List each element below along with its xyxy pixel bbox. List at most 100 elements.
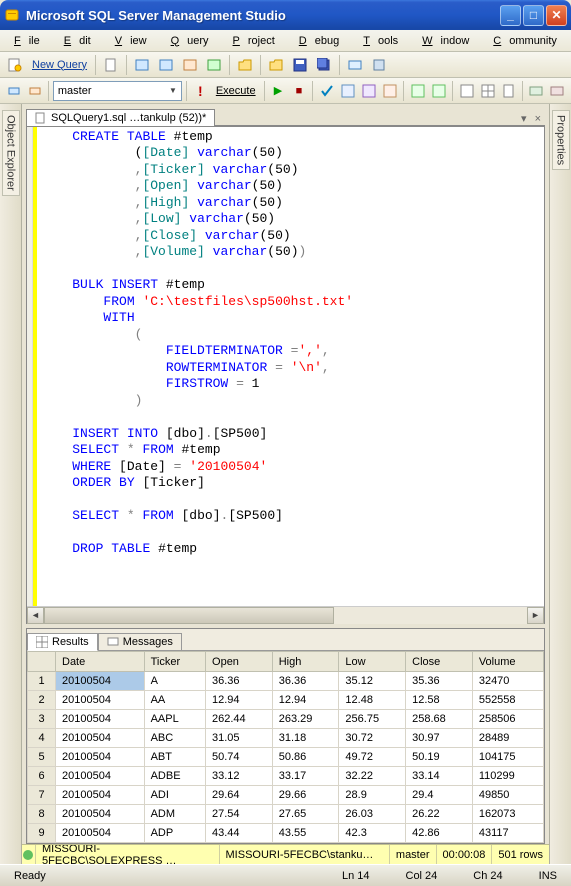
cell[interactable]: 26.22 bbox=[406, 805, 473, 824]
results-grid[interactable]: DateTickerOpenHighLowCloseVolume12010050… bbox=[27, 651, 544, 843]
results-tab[interactable]: Results bbox=[27, 633, 98, 651]
results-to-text-icon[interactable] bbox=[457, 80, 476, 102]
table-row[interactable]: 120100504A36.3636.3635.1235.3632470 bbox=[28, 672, 544, 691]
cell[interactable]: 8 bbox=[28, 805, 56, 824]
cell[interactable]: 104175 bbox=[472, 748, 543, 767]
cell[interactable]: 20100504 bbox=[56, 786, 145, 805]
cell[interactable]: 9 bbox=[28, 824, 56, 843]
cell[interactable]: 263.29 bbox=[272, 710, 339, 729]
column-header[interactable] bbox=[28, 652, 56, 672]
code-area[interactable]: CREATE TABLE #temp ([Date] varchar(50) ,… bbox=[37, 127, 544, 606]
cell[interactable]: 29.4 bbox=[406, 786, 473, 805]
cell[interactable]: ADP bbox=[144, 824, 205, 843]
column-header[interactable]: Date bbox=[56, 652, 145, 672]
menu-edit[interactable]: Edit bbox=[56, 33, 107, 49]
uncomment-icon[interactable] bbox=[548, 80, 567, 102]
cell[interactable]: 20100504 bbox=[56, 729, 145, 748]
tab-dropdown-icon[interactable]: ▾ bbox=[517, 112, 531, 126]
column-header[interactable]: Close bbox=[406, 652, 473, 672]
cell[interactable]: 42.86 bbox=[406, 824, 473, 843]
cell[interactable]: 162073 bbox=[472, 805, 543, 824]
new-query-button[interactable]: New Query bbox=[28, 59, 91, 71]
cell[interactable]: A bbox=[144, 672, 205, 691]
column-header[interactable]: Volume bbox=[472, 652, 543, 672]
stop-icon[interactable]: ■ bbox=[289, 80, 308, 102]
query-options-icon[interactable] bbox=[359, 80, 378, 102]
table-row[interactable]: 720100504ADI29.6429.6628.929.449850 bbox=[28, 786, 544, 805]
activity-monitor-icon[interactable] bbox=[344, 54, 366, 76]
cell[interactable]: 43117 bbox=[472, 824, 543, 843]
cell[interactable]: 26.03 bbox=[339, 805, 406, 824]
menu-query[interactable]: Query bbox=[163, 33, 225, 49]
cell[interactable]: AAPL bbox=[144, 710, 205, 729]
cell[interactable]: 262.44 bbox=[206, 710, 273, 729]
cell[interactable]: 36.36 bbox=[272, 672, 339, 691]
connect-icon[interactable] bbox=[4, 80, 23, 102]
cell[interactable]: ABT bbox=[144, 748, 205, 767]
analysis-query-icon[interactable] bbox=[155, 54, 177, 76]
column-header[interactable]: Low bbox=[339, 652, 406, 672]
results-to-grid-icon[interactable] bbox=[478, 80, 497, 102]
cell[interactable]: 27.65 bbox=[272, 805, 339, 824]
cell[interactable]: 12.48 bbox=[339, 691, 406, 710]
horizontal-scrollbar[interactable]: ◄ ► bbox=[27, 606, 544, 623]
tab-close-icon[interactable]: × bbox=[531, 113, 545, 126]
close-button[interactable]: ✕ bbox=[546, 5, 567, 26]
cell[interactable]: 31.05 bbox=[206, 729, 273, 748]
cell[interactable]: 32470 bbox=[472, 672, 543, 691]
cell[interactable]: 110299 bbox=[472, 767, 543, 786]
table-row[interactable]: 320100504AAPL262.44263.29256.75258.68258… bbox=[28, 710, 544, 729]
save-all-icon[interactable] bbox=[313, 54, 335, 76]
cell[interactable]: 33.14 bbox=[406, 767, 473, 786]
execute-bang-icon[interactable]: ! bbox=[191, 80, 210, 102]
menu-debug[interactable]: Debug bbox=[291, 33, 355, 49]
cell[interactable]: 20100504 bbox=[56, 767, 145, 786]
cell[interactable]: 258506 bbox=[472, 710, 543, 729]
cell[interactable]: 43.55 bbox=[272, 824, 339, 843]
cell[interactable]: 12.58 bbox=[406, 691, 473, 710]
column-header[interactable]: High bbox=[272, 652, 339, 672]
messages-tab[interactable]: Messages bbox=[98, 633, 182, 651]
cell[interactable]: 33.17 bbox=[272, 767, 339, 786]
cell[interactable]: 6 bbox=[28, 767, 56, 786]
cell[interactable]: 43.44 bbox=[206, 824, 273, 843]
registered-servers-icon[interactable] bbox=[368, 54, 390, 76]
cell[interactable]: ABC bbox=[144, 729, 205, 748]
table-row[interactable]: 420100504ABC31.0531.1830.7230.9728489 bbox=[28, 729, 544, 748]
cell[interactable]: 35.36 bbox=[406, 672, 473, 691]
cell[interactable]: 12.94 bbox=[272, 691, 339, 710]
estimated-plan-icon[interactable] bbox=[338, 80, 357, 102]
new-query-icon[interactable] bbox=[4, 54, 26, 76]
object-explorer-tab[interactable]: Object Explorer bbox=[0, 104, 22, 864]
cell[interactable]: 33.12 bbox=[206, 767, 273, 786]
cell[interactable]: 36.36 bbox=[206, 672, 273, 691]
cell[interactable]: 20100504 bbox=[56, 672, 145, 691]
table-row[interactable]: 520100504ABT50.7450.8649.7250.19104175 bbox=[28, 748, 544, 767]
sql-editor[interactable]: CREATE TABLE #temp ([Date] varchar(50) ,… bbox=[26, 126, 545, 624]
comment-icon[interactable] bbox=[527, 80, 546, 102]
cell[interactable]: 5 bbox=[28, 748, 56, 767]
document-tab-active[interactable]: SQLQuery1.sql …tankulp (52))* bbox=[26, 109, 215, 126]
results-to-file-icon[interactable] bbox=[499, 80, 518, 102]
parse-icon[interactable] bbox=[317, 80, 336, 102]
execute-button[interactable]: Execute bbox=[212, 85, 260, 97]
mdx-query-icon[interactable] bbox=[179, 54, 201, 76]
cell[interactable]: 20100504 bbox=[56, 805, 145, 824]
cell[interactable]: 42.3 bbox=[339, 824, 406, 843]
cell[interactable]: 552558 bbox=[472, 691, 543, 710]
cell[interactable]: 20100504 bbox=[56, 748, 145, 767]
minimize-button[interactable]: _ bbox=[500, 5, 521, 26]
include-plan-icon[interactable] bbox=[408, 80, 427, 102]
cell[interactable]: 30.97 bbox=[406, 729, 473, 748]
menu-project[interactable]: Project bbox=[225, 33, 291, 49]
column-header[interactable]: Ticker bbox=[144, 652, 205, 672]
cell[interactable]: 20100504 bbox=[56, 691, 145, 710]
properties-tab[interactable]: Properties bbox=[549, 104, 571, 864]
dmx-query-icon[interactable] bbox=[203, 54, 225, 76]
cell[interactable]: 256.75 bbox=[339, 710, 406, 729]
cell[interactable]: 12.94 bbox=[206, 691, 273, 710]
cell[interactable]: 50.19 bbox=[406, 748, 473, 767]
scroll-right-icon[interactable]: ► bbox=[527, 607, 544, 624]
column-header[interactable]: Open bbox=[206, 652, 273, 672]
cell[interactable]: 28489 bbox=[472, 729, 543, 748]
